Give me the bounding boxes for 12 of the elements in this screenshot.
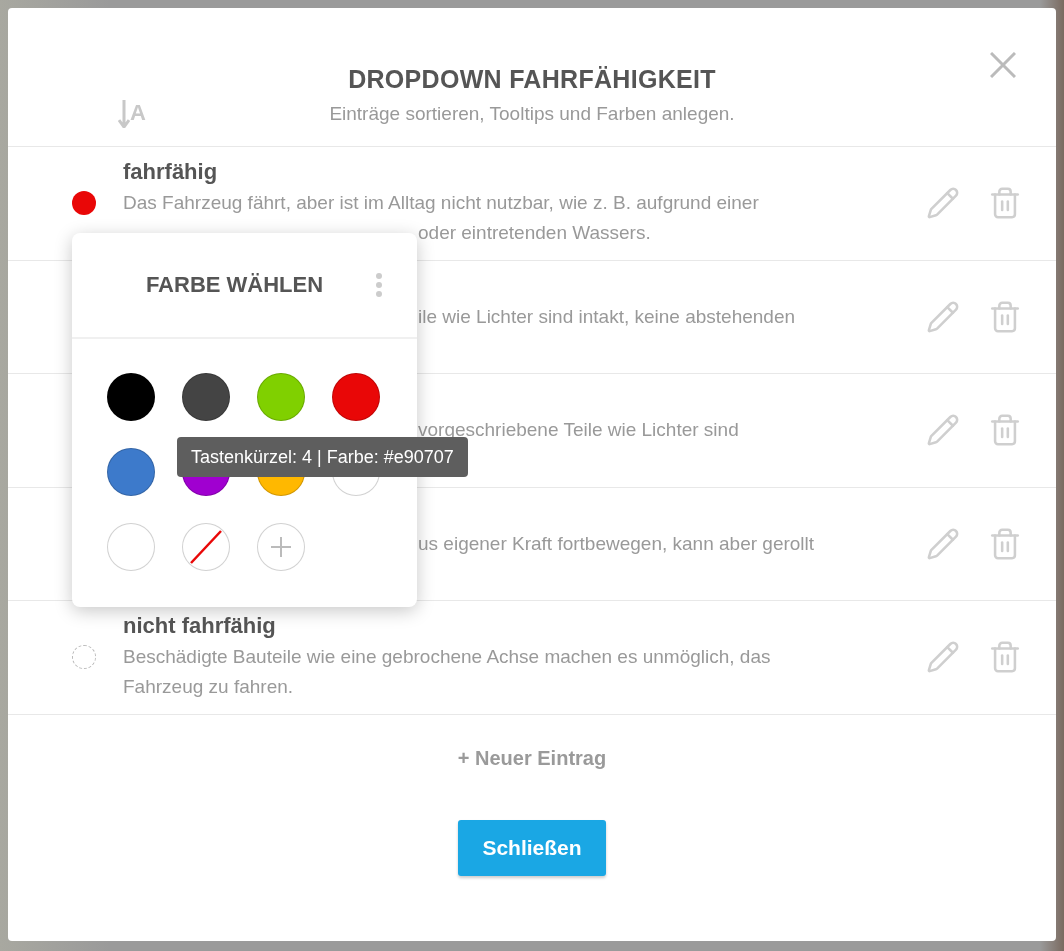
- color-picker-title: FARBE WÄHLEN: [145, 272, 324, 298]
- entry-title: nicht fahrfähig: [123, 612, 277, 639]
- dialog-subtitle: Einträge sortieren, Tooltips und Farben anlegen.: [329, 103, 735, 125]
- dialog-title: DROPDOWN FAHRFÄHIGKEIT: [348, 65, 716, 94]
- entry-description: Das Fahrzeug fährt, aber ist im Alltag nicht nutzbar, wie z. B. aufgrund einer: [123, 191, 759, 213]
- entry-description: ile wie Lichter sind intakt, keine abstehenden: [418, 305, 796, 327]
- entry-description: Beschädigte Bauteile wie eine gebrochene Achse machen es unmöglich, das: [123, 645, 771, 667]
- entry-description: oder eintretenden Wassers.: [418, 221, 651, 243]
- entry-description: us eigener Kraft fortbewegen, kann aber gerollt: [418, 532, 815, 554]
- entry-title: fahrfähig: [123, 158, 219, 185]
- tooltip: Tastenkürzel: 4 | Farbe: #e90707: [177, 437, 468, 477]
- entry-description: Fahrzeug zu fahren.: [123, 675, 294, 697]
